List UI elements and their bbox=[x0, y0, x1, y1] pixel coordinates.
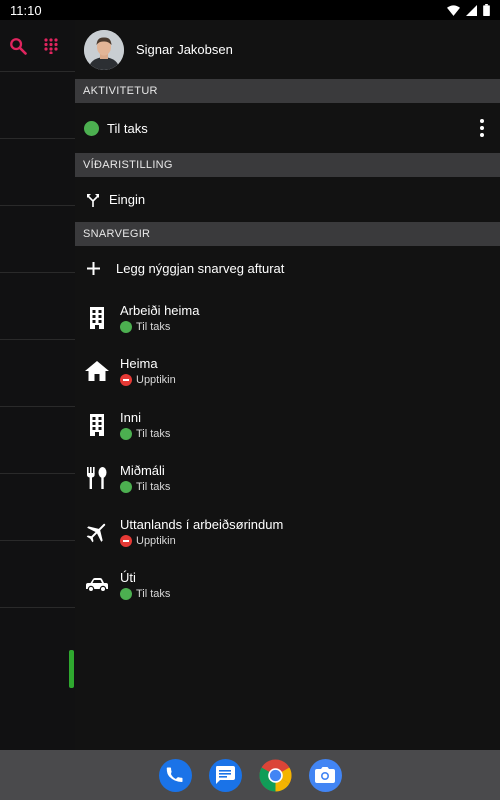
plus-icon bbox=[87, 262, 100, 275]
list-item[interactable] bbox=[0, 72, 75, 139]
camera-app-icon[interactable] bbox=[308, 758, 342, 792]
shortcut-item[interactable]: Heima Upptikin bbox=[75, 345, 500, 399]
shortcut-status: Upptikin bbox=[136, 534, 176, 547]
section-header-forwarding: VÍÐARISTILLING bbox=[75, 153, 500, 177]
status-time: 11:10 bbox=[10, 2, 42, 18]
list-item[interactable] bbox=[0, 541, 75, 608]
available-status-icon bbox=[120, 588, 132, 601]
shortcut-status: Til taks bbox=[136, 427, 171, 440]
phone-app-icon[interactable] bbox=[158, 758, 192, 792]
car-icon bbox=[84, 572, 110, 598]
shortcut-item[interactable]: Úti Til taks bbox=[75, 559, 500, 613]
section-header-shortcuts: SNARVEGIR bbox=[75, 222, 500, 246]
search-icon[interactable] bbox=[9, 37, 27, 55]
call-split-icon bbox=[87, 193, 99, 207]
shortcut-name: Inni bbox=[120, 409, 141, 425]
restaurant-icon bbox=[84, 465, 110, 491]
navigation-drawer: Signar Jakobsen AKTIVITETUR Til taks VÍÐ… bbox=[75, 20, 500, 750]
list-item[interactable] bbox=[0, 407, 75, 474]
drawer-handle[interactable] bbox=[69, 650, 74, 688]
shortcut-item[interactable]: Arbeiði heima Til taks bbox=[75, 291, 500, 345]
shortcut-item[interactable]: Inni Til taks bbox=[75, 398, 500, 452]
chrome-app-icon[interactable] bbox=[258, 758, 292, 792]
activity-status-row[interactable]: Til taks bbox=[75, 103, 500, 153]
user-name: Signar Jakobsen bbox=[136, 42, 233, 57]
shortcut-item[interactable]: Miðmáli Til taks bbox=[75, 452, 500, 506]
building-icon bbox=[84, 412, 110, 438]
home-icon bbox=[84, 358, 110, 384]
shortcut-status: Til taks bbox=[136, 320, 171, 333]
list-item[interactable] bbox=[0, 206, 75, 273]
status-bar: 11:10 bbox=[0, 0, 500, 20]
add-shortcut-button[interactable]: Legg nýggjan snarveg afturat bbox=[75, 246, 500, 291]
airplane-icon bbox=[84, 519, 110, 545]
list-item[interactable] bbox=[0, 474, 75, 541]
dialpad-icon[interactable] bbox=[44, 37, 58, 54]
shortcut-status: Til taks bbox=[136, 588, 171, 601]
left-panel bbox=[0, 20, 75, 750]
available-status-icon bbox=[120, 481, 132, 494]
shortcut-name: Miðmáli bbox=[120, 463, 165, 479]
status-dot-icon bbox=[84, 120, 99, 136]
section-header-activity: AKTIVITETUR bbox=[75, 79, 500, 103]
list-item[interactable] bbox=[0, 340, 75, 407]
available-status-icon bbox=[120, 320, 132, 333]
user-profile[interactable]: Signar Jakobsen bbox=[75, 20, 500, 79]
list-item[interactable] bbox=[0, 273, 75, 340]
shortcut-name: Úti bbox=[120, 570, 136, 586]
available-status-icon bbox=[120, 427, 132, 440]
forwarding-value: Eingin bbox=[109, 192, 146, 207]
shortcut-status: Til taks bbox=[136, 481, 171, 494]
battery-icon bbox=[483, 4, 490, 16]
signal-icon bbox=[466, 4, 477, 16]
shortcut-item[interactable]: Uttanlands í arbeiðsørindum Upptikin bbox=[75, 505, 500, 559]
more-options-icon[interactable] bbox=[474, 116, 490, 140]
forwarding-row[interactable]: Eingin bbox=[75, 177, 500, 222]
shortcut-name: Uttanlands í arbeiðsørindum bbox=[120, 516, 284, 532]
left-toolbar bbox=[0, 20, 75, 72]
app-dock bbox=[0, 750, 500, 800]
busy-status-icon bbox=[120, 534, 132, 547]
shortcut-name: Heima bbox=[120, 356, 158, 372]
shortcut-name: Arbeiði heima bbox=[120, 302, 200, 318]
avatar bbox=[84, 29, 124, 70]
status-icons bbox=[447, 4, 490, 16]
shortcut-status: Upptikin bbox=[136, 374, 176, 387]
building-icon bbox=[84, 305, 110, 331]
wifi-icon bbox=[447, 4, 460, 16]
activity-status-label: Til taks bbox=[107, 120, 148, 136]
messages-app-icon[interactable] bbox=[208, 758, 242, 792]
list-item[interactable] bbox=[0, 139, 75, 206]
busy-status-icon bbox=[120, 374, 132, 387]
add-shortcut-label: Legg nýggjan snarveg afturat bbox=[116, 261, 285, 276]
